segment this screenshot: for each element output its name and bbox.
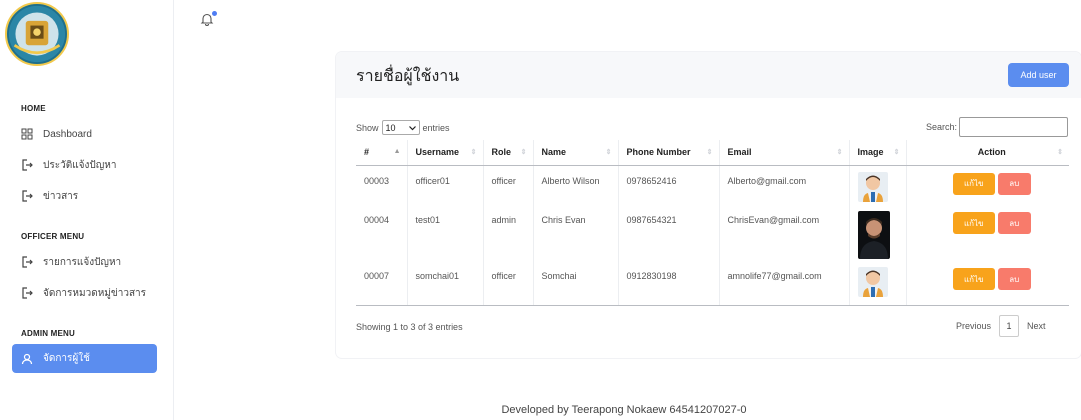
sidebar-item-news[interactable]: ข่าวสาร [12,183,157,209]
chevron-down-icon [408,123,416,133]
search-input[interactable] [959,117,1069,137]
sidebar-item-news-categories[interactable]: จัดการหมวดหมู่ข่าวสาร [12,280,157,306]
cell-email: amnolife77@gmail.com [719,261,850,306]
cell-id: 00003 [356,165,408,205]
section-title-officer: OFFICER MENU [21,232,85,241]
cell-phone: 0912830198 [618,261,720,306]
search-label: Search: [926,122,958,132]
sidebar-item-label: ประวัติแจ้งปัญหา [43,159,117,171]
sidebar: HOME Dashboard ประวัติแจ้งปัญหา ข่าวสาร … [0,0,174,420]
cell-image [849,205,907,261]
sort-icon: ▲ [393,148,401,155]
sidebar-item-issue-history[interactable]: ประวัติแจ้งปัญหา [12,152,157,178]
sort-icon: ⇕ [706,149,713,156]
search-control: Search: [926,117,1069,137]
sidebar-item-label: รายการแจ้งปัญหา [43,256,122,268]
notification-dot [212,11,217,16]
next-button[interactable]: Next [1027,321,1046,331]
page-title: รายชื่อผู้ใช้งาน [356,68,460,85]
table-row: 00007 somchai01 officer Somchai 09128301… [356,261,1069,306]
logout-icon [21,256,33,268]
table-row: 00003 officer01 officer Alberto Wilson 0… [356,165,1069,205]
table-row: 00004 test01 admin Chris Evan 0987654321… [356,205,1069,261]
section-title-home: HOME [21,104,46,113]
logout-icon [21,159,33,171]
edit-button[interactable]: แก้ไข [952,268,995,290]
avatar [857,171,888,202]
entries-label: entries [422,122,450,133]
column-header-username[interactable]: Username ⇕ [407,140,484,166]
sidebar-item-manage-users[interactable]: จัดการผู้ใช้ [12,344,157,373]
user-icon [21,353,33,365]
sidebar-item-label: Dashboard [43,128,92,140]
cell-id: 00007 [356,261,408,306]
users-card: รายชื่อผู้ใช้งาน Add user Show 10 entrie… [336,52,1081,358]
entries-control: Show 10 entries [356,120,450,135]
card-header: รายชื่อผู้ใช้งาน Add user [336,52,1081,98]
cell-phone: 0978652416 [618,165,720,205]
previous-button[interactable]: Previous [956,321,991,331]
cell-role: officer [483,261,534,306]
sort-icon: ⇕ [605,149,612,156]
cell-image [849,261,907,306]
sidebar-item-issue-list[interactable]: รายการแจ้งปัญหา [12,249,157,275]
sort-icon: ⇕ [520,149,527,156]
cell-name: Somchai [533,261,619,306]
cell-phone: 0987654321 [618,205,720,261]
sidebar-item-label: ข่าวสาร [43,190,79,202]
cell-image [849,165,907,205]
cell-name: Chris Evan [533,205,619,261]
logo [5,2,69,66]
cell-username: test01 [407,205,484,261]
users-table: # ▲ Username ⇕ Role ⇕ Name ⇕ Phone Number ⇕ E… [356,140,1069,306]
sidebar-item-label: จัดการหมวดหมู่ข่าวสาร [43,287,147,299]
cell-role: officer [483,165,534,205]
entries-select-value: 10 [385,122,396,133]
pagination: Previous 1 Next [956,315,1046,337]
cell-role: admin [483,205,534,261]
column-header-phone[interactable]: Phone Number ⇕ [618,140,720,166]
logout-icon [21,190,33,202]
cell-id: 00004 [356,205,408,261]
cell-actions: แก้ไข ลบ [906,261,1069,306]
avatar [857,267,888,297]
entries-select[interactable]: 10 [381,120,420,135]
sort-icon: ⇕ [836,149,843,156]
section-title-admin: ADMIN MENU [21,329,75,338]
edit-button[interactable]: แก้ไข [952,172,995,195]
sort-icon: ⇕ [893,149,900,156]
cell-username: officer01 [407,165,484,205]
delete-button[interactable]: ลบ [997,212,1031,234]
delete-button[interactable]: ลบ [997,268,1031,290]
table-info: Showing 1 to 3 of 3 entries [356,322,463,332]
column-header-action[interactable]: Action ⇕ [906,140,1069,166]
cell-email: Alberto@gmail.com [719,165,850,205]
edit-button[interactable]: แก้ไข [952,212,995,234]
sidebar-item-dashboard[interactable]: Dashboard [12,121,157,147]
cell-username: somchai01 [407,261,484,306]
column-header-name[interactable]: Name ⇕ [533,140,619,166]
logout-icon [21,287,33,299]
cell-email: ChrisEvan@gmail.com [719,205,850,261]
cell-actions: แก้ไข ลบ [906,165,1069,205]
footer-credit: Developed by Teerapong Nokaew 6454120702… [501,404,747,416]
sort-icon: ⇕ [1057,149,1063,156]
sidebar-item-label: จัดการผู้ใช้ [43,353,90,364]
column-header-id[interactable]: # ▲ [356,140,408,166]
column-header-image[interactable]: Image ⇕ [849,140,907,166]
page-button-1[interactable]: 1 [999,315,1020,337]
avatar [857,211,890,259]
table-header-row: # ▲ Username ⇕ Role ⇕ Name ⇕ Phone Number ⇕ E… [356,140,1069,166]
sort-icon: ⇕ [470,149,477,156]
grid-icon [21,128,33,140]
show-label: Show [356,122,379,133]
column-header-email[interactable]: Email ⇕ [719,140,850,166]
add-user-button[interactable]: Add user [1008,63,1069,87]
delete-button[interactable]: ลบ [997,172,1031,195]
column-header-role[interactable]: Role ⇕ [483,140,534,166]
cell-name: Alberto Wilson [533,165,619,205]
cell-actions: แก้ไข ลบ [906,205,1069,261]
